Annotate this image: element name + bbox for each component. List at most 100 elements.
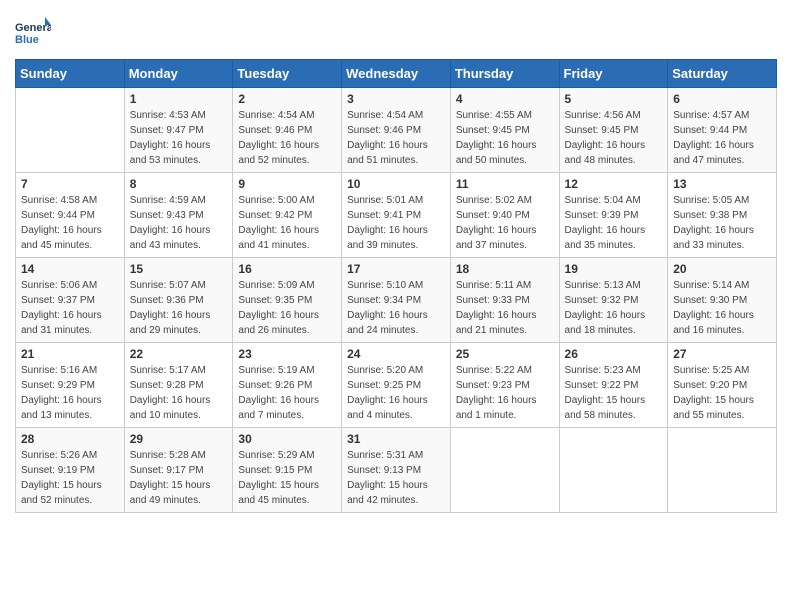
day-number: 3 bbox=[347, 92, 445, 106]
calendar-cell: 20 Sunrise: 5:14 AMSunset: 9:30 PMDaylig… bbox=[668, 258, 777, 343]
day-number: 30 bbox=[238, 432, 336, 446]
calendar-cell: 23 Sunrise: 5:19 AMSunset: 9:26 PMDaylig… bbox=[233, 343, 342, 428]
day-info: Sunrise: 4:55 AMSunset: 9:45 PMDaylight:… bbox=[456, 108, 554, 168]
day-info: Sunrise: 5:11 AMSunset: 9:33 PMDaylight:… bbox=[456, 278, 554, 338]
logo-arrow bbox=[45, 17, 51, 25]
day-info: Sunrise: 5:14 AMSunset: 9:30 PMDaylight:… bbox=[673, 278, 771, 338]
day-info: Sunrise: 5:26 AMSunset: 9:19 PMDaylight:… bbox=[21, 448, 119, 508]
calendar-cell: 10 Sunrise: 5:01 AMSunset: 9:41 PMDaylig… bbox=[342, 173, 451, 258]
day-number: 8 bbox=[130, 177, 228, 191]
day-number: 13 bbox=[673, 177, 771, 191]
day-number: 4 bbox=[456, 92, 554, 106]
header-day-thursday: Thursday bbox=[450, 60, 559, 88]
day-number: 28 bbox=[21, 432, 119, 446]
day-info: Sunrise: 5:13 AMSunset: 9:32 PMDaylight:… bbox=[565, 278, 663, 338]
calendar-cell: 8 Sunrise: 4:59 AMSunset: 9:43 PMDayligh… bbox=[124, 173, 233, 258]
day-info: Sunrise: 4:53 AMSunset: 9:47 PMDaylight:… bbox=[130, 108, 228, 168]
day-number: 29 bbox=[130, 432, 228, 446]
day-number: 31 bbox=[347, 432, 445, 446]
day-number: 2 bbox=[238, 92, 336, 106]
calendar-cell: 21 Sunrise: 5:16 AMSunset: 9:29 PMDaylig… bbox=[16, 343, 125, 428]
calendar-cell: 30 Sunrise: 5:29 AMSunset: 9:15 PMDaylig… bbox=[233, 428, 342, 513]
calendar-cell: 19 Sunrise: 5:13 AMSunset: 9:32 PMDaylig… bbox=[559, 258, 668, 343]
day-info: Sunrise: 5:19 AMSunset: 9:26 PMDaylight:… bbox=[238, 363, 336, 423]
day-info: Sunrise: 4:54 AMSunset: 9:46 PMDaylight:… bbox=[238, 108, 336, 168]
day-number: 19 bbox=[565, 262, 663, 276]
calendar-cell: 17 Sunrise: 5:10 AMSunset: 9:34 PMDaylig… bbox=[342, 258, 451, 343]
header-day-saturday: Saturday bbox=[668, 60, 777, 88]
calendar-cell: 29 Sunrise: 5:28 AMSunset: 9:17 PMDaylig… bbox=[124, 428, 233, 513]
day-info: Sunrise: 5:05 AMSunset: 9:38 PMDaylight:… bbox=[673, 193, 771, 253]
calendar-cell: 12 Sunrise: 5:04 AMSunset: 9:39 PMDaylig… bbox=[559, 173, 668, 258]
day-info: Sunrise: 4:58 AMSunset: 9:44 PMDaylight:… bbox=[21, 193, 119, 253]
calendar-cell: 26 Sunrise: 5:23 AMSunset: 9:22 PMDaylig… bbox=[559, 343, 668, 428]
calendar-cell bbox=[559, 428, 668, 513]
day-info: Sunrise: 5:17 AMSunset: 9:28 PMDaylight:… bbox=[130, 363, 228, 423]
calendar-cell bbox=[668, 428, 777, 513]
day-number: 14 bbox=[21, 262, 119, 276]
calendar-header: SundayMondayTuesdayWednesdayThursdayFrid… bbox=[16, 60, 777, 88]
header-day-tuesday: Tuesday bbox=[233, 60, 342, 88]
calendar-cell: 4 Sunrise: 4:55 AMSunset: 9:45 PMDayligh… bbox=[450, 88, 559, 173]
day-number: 22 bbox=[130, 347, 228, 361]
week-row-1: 1 Sunrise: 4:53 AMSunset: 9:47 PMDayligh… bbox=[16, 88, 777, 173]
calendar-cell: 5 Sunrise: 4:56 AMSunset: 9:45 PMDayligh… bbox=[559, 88, 668, 173]
calendar-cell: 25 Sunrise: 5:22 AMSunset: 9:23 PMDaylig… bbox=[450, 343, 559, 428]
day-number: 1 bbox=[130, 92, 228, 106]
day-number: 10 bbox=[347, 177, 445, 191]
calendar-cell: 2 Sunrise: 4:54 AMSunset: 9:46 PMDayligh… bbox=[233, 88, 342, 173]
header-day-friday: Friday bbox=[559, 60, 668, 88]
calendar-cell: 15 Sunrise: 5:07 AMSunset: 9:36 PMDaylig… bbox=[124, 258, 233, 343]
logo-wrap: General Blue bbox=[15, 15, 51, 51]
calendar-cell: 14 Sunrise: 5:06 AMSunset: 9:37 PMDaylig… bbox=[16, 258, 125, 343]
day-number: 20 bbox=[673, 262, 771, 276]
calendar-cell: 6 Sunrise: 4:57 AMSunset: 9:44 PMDayligh… bbox=[668, 88, 777, 173]
day-info: Sunrise: 5:31 AMSunset: 9:13 PMDaylight:… bbox=[347, 448, 445, 508]
day-info: Sunrise: 4:56 AMSunset: 9:45 PMDaylight:… bbox=[565, 108, 663, 168]
day-info: Sunrise: 5:23 AMSunset: 9:22 PMDaylight:… bbox=[565, 363, 663, 423]
day-info: Sunrise: 5:01 AMSunset: 9:41 PMDaylight:… bbox=[347, 193, 445, 253]
day-number: 24 bbox=[347, 347, 445, 361]
day-info: Sunrise: 5:20 AMSunset: 9:25 PMDaylight:… bbox=[347, 363, 445, 423]
logo: General Blue bbox=[15, 15, 51, 51]
day-number: 11 bbox=[456, 177, 554, 191]
day-info: Sunrise: 5:09 AMSunset: 9:35 PMDaylight:… bbox=[238, 278, 336, 338]
day-number: 12 bbox=[565, 177, 663, 191]
week-row-5: 28 Sunrise: 5:26 AMSunset: 9:19 PMDaylig… bbox=[16, 428, 777, 513]
calendar-cell: 13 Sunrise: 5:05 AMSunset: 9:38 PMDaylig… bbox=[668, 173, 777, 258]
calendar-cell: 24 Sunrise: 5:20 AMSunset: 9:25 PMDaylig… bbox=[342, 343, 451, 428]
week-row-2: 7 Sunrise: 4:58 AMSunset: 9:44 PMDayligh… bbox=[16, 173, 777, 258]
day-number: 16 bbox=[238, 262, 336, 276]
day-info: Sunrise: 4:54 AMSunset: 9:46 PMDaylight:… bbox=[347, 108, 445, 168]
header-row: SundayMondayTuesdayWednesdayThursdayFrid… bbox=[16, 60, 777, 88]
day-number: 15 bbox=[130, 262, 228, 276]
calendar-cell: 27 Sunrise: 5:25 AMSunset: 9:20 PMDaylig… bbox=[668, 343, 777, 428]
day-info: Sunrise: 4:59 AMSunset: 9:43 PMDaylight:… bbox=[130, 193, 228, 253]
calendar-table: SundayMondayTuesdayWednesdayThursdayFrid… bbox=[15, 59, 777, 513]
calendar-cell: 7 Sunrise: 4:58 AMSunset: 9:44 PMDayligh… bbox=[16, 173, 125, 258]
day-info: Sunrise: 5:10 AMSunset: 9:34 PMDaylight:… bbox=[347, 278, 445, 338]
calendar-cell: 22 Sunrise: 5:17 AMSunset: 9:28 PMDaylig… bbox=[124, 343, 233, 428]
day-info: Sunrise: 5:29 AMSunset: 9:15 PMDaylight:… bbox=[238, 448, 336, 508]
calendar-cell: 1 Sunrise: 4:53 AMSunset: 9:47 PMDayligh… bbox=[124, 88, 233, 173]
day-number: 21 bbox=[21, 347, 119, 361]
day-info: Sunrise: 5:28 AMSunset: 9:17 PMDaylight:… bbox=[130, 448, 228, 508]
day-number: 7 bbox=[21, 177, 119, 191]
day-number: 23 bbox=[238, 347, 336, 361]
day-number: 9 bbox=[238, 177, 336, 191]
logo-graphic: General Blue bbox=[15, 15, 51, 51]
day-info: Sunrise: 5:25 AMSunset: 9:20 PMDaylight:… bbox=[673, 363, 771, 423]
day-number: 6 bbox=[673, 92, 771, 106]
header-day-sunday: Sunday bbox=[16, 60, 125, 88]
day-number: 17 bbox=[347, 262, 445, 276]
day-info: Sunrise: 5:16 AMSunset: 9:29 PMDaylight:… bbox=[21, 363, 119, 423]
calendar-cell: 9 Sunrise: 5:00 AMSunset: 9:42 PMDayligh… bbox=[233, 173, 342, 258]
day-info: Sunrise: 5:04 AMSunset: 9:39 PMDaylight:… bbox=[565, 193, 663, 253]
day-info: Sunrise: 5:07 AMSunset: 9:36 PMDaylight:… bbox=[130, 278, 228, 338]
calendar-cell: 3 Sunrise: 4:54 AMSunset: 9:46 PMDayligh… bbox=[342, 88, 451, 173]
week-row-3: 14 Sunrise: 5:06 AMSunset: 9:37 PMDaylig… bbox=[16, 258, 777, 343]
calendar-cell: 11 Sunrise: 5:02 AMSunset: 9:40 PMDaylig… bbox=[450, 173, 559, 258]
day-number: 18 bbox=[456, 262, 554, 276]
day-number: 25 bbox=[456, 347, 554, 361]
page-header: General Blue bbox=[15, 15, 777, 51]
